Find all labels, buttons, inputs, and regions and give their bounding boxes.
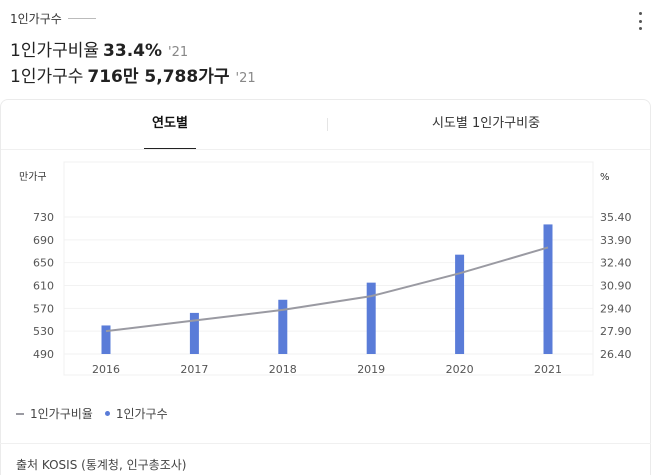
y-right-tick-label: 29.40 bbox=[600, 302, 632, 315]
source-text: 출처 KOSIS (통계청, 인구총조사) bbox=[16, 458, 187, 472]
bar-2020[interactable] bbox=[455, 254, 465, 354]
legend-item-ratio[interactable]: 1인가구비율 bbox=[16, 405, 93, 422]
bar-2019[interactable] bbox=[366, 282, 376, 354]
y-right-tick-label: 33.90 bbox=[600, 234, 632, 247]
y-right-tick-label: 32.40 bbox=[600, 257, 632, 270]
footer-divider bbox=[0, 443, 651, 444]
y-left-tick-label: 690 bbox=[33, 234, 54, 247]
legend-line-swatch bbox=[16, 412, 24, 415]
y-left-tick-label: 530 bbox=[33, 325, 54, 338]
legend-dot-swatch bbox=[104, 411, 110, 416]
legend: 1인가구비율 1인가구수 bbox=[16, 405, 180, 422]
y-right-unit: % bbox=[600, 172, 610, 183]
x-tick-label: 2019 bbox=[357, 363, 385, 376]
x-tick-label: 2017 bbox=[180, 363, 208, 376]
x-tick-label: 2018 bbox=[269, 363, 297, 376]
bar-2021[interactable] bbox=[543, 224, 553, 354]
y-left-tick-label: 570 bbox=[33, 302, 54, 315]
plot-area bbox=[63, 161, 594, 376]
bar-2018[interactable] bbox=[278, 299, 288, 354]
chart: 만가구 % 730 35.40 690 33.90 650 32.40 610 30.90 57… bbox=[19, 161, 632, 376]
x-tick-label: 2021 bbox=[534, 363, 562, 376]
y-right-tick-label: 26.40 bbox=[600, 348, 632, 361]
y-right-tick-label: 35.40 bbox=[600, 211, 632, 224]
y-left-tick-label: 610 bbox=[33, 280, 54, 293]
x-tick-label: 2020 bbox=[446, 363, 474, 376]
y-right-tick-label: 27.90 bbox=[600, 325, 632, 338]
y-left-unit: 만가구 bbox=[19, 171, 47, 183]
y-left-tick-label: 650 bbox=[33, 257, 54, 270]
bar-2016[interactable] bbox=[101, 325, 111, 354]
y-right-tick-label: 30.90 bbox=[600, 280, 632, 293]
legend-ratio-label: 1인가구비율 bbox=[30, 407, 93, 421]
legend-item-count[interactable]: 1인가구수 bbox=[104, 405, 168, 422]
x-tick-label: 2016 bbox=[92, 363, 120, 376]
bar-2017[interactable] bbox=[189, 312, 199, 354]
legend-count-label: 1인가구수 bbox=[115, 407, 168, 421]
y-left-tick-label: 490 bbox=[33, 348, 54, 361]
y-left-tick-label: 730 bbox=[33, 211, 54, 224]
